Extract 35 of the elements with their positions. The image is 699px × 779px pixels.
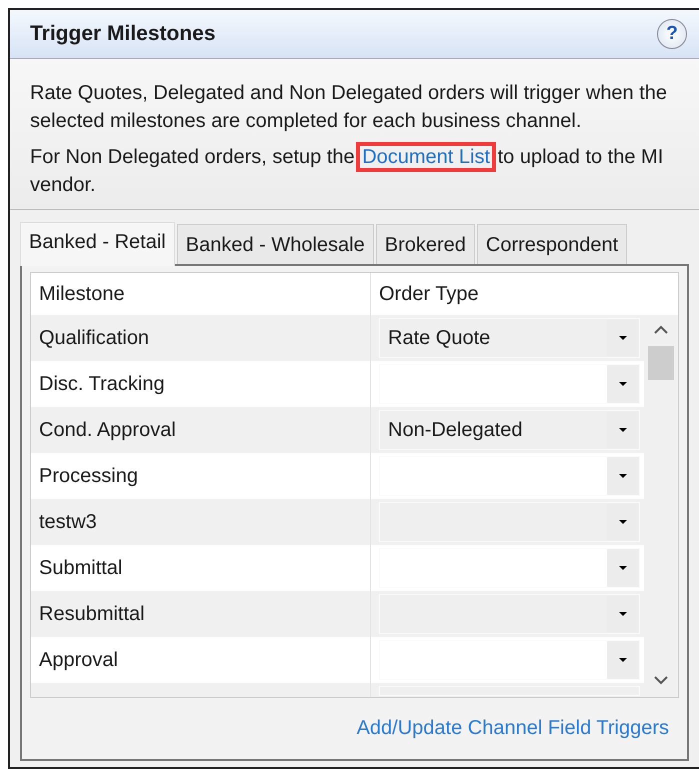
caret-icon [618, 473, 628, 479]
caret-icon [618, 611, 628, 617]
note-text: For Non Delegated orders, setup the Document List to upload to the MI vendor. [30, 143, 687, 199]
order-type-dropdown[interactable] [379, 548, 640, 588]
milestone-cell: Resubmittal [31, 591, 371, 637]
order-type-dropdown[interactable]: Non-Delegated [379, 410, 640, 450]
order-type-dropdown[interactable] [379, 594, 640, 634]
channel-tab[interactable]: Banked - Wholesale [176, 224, 374, 264]
add-update-triggers-link[interactable]: Add/Update Channel Field Triggers [356, 717, 669, 740]
order-type-dropdown[interactable] [379, 686, 640, 696]
channel-tab[interactable]: Correspondent [476, 224, 628, 264]
caret-icon [618, 381, 628, 387]
order-type-dropdown[interactable] [379, 456, 640, 496]
caret-icon [618, 519, 628, 525]
panel-title: Trigger Milestones [30, 22, 216, 46]
scroll-down-icon[interactable] [654, 676, 668, 685]
help-button[interactable]: ? [657, 19, 687, 49]
milestone-cell: testw3 [31, 499, 371, 545]
caret-icon [618, 565, 628, 571]
scroll-up-icon[interactable] [654, 325, 668, 334]
caret-icon [618, 657, 628, 663]
order-type-dropdown[interactable] [379, 502, 640, 542]
order-type-dropdown[interactable]: Rate Quote [379, 318, 640, 358]
scroll-thumb[interactable] [648, 346, 674, 380]
milestone-cell: Qualification [31, 315, 371, 361]
description-text: Rate Quotes, Delegated and Non Delegated orders will trigger when the selected milestones are completed for each business channel. [30, 81, 668, 134]
caret-icon [618, 427, 628, 433]
channel-tab[interactable]: Banked - Retail [20, 222, 175, 266]
column-header: Order Type [378, 282, 480, 306]
order-type-dropdown[interactable] [379, 364, 640, 404]
milestone-cell: Cond. Approval [31, 407, 371, 453]
caret-icon [618, 335, 628, 341]
channel-tab[interactable]: Brokered [376, 224, 475, 264]
scrollbar[interactable] [644, 315, 678, 697]
order-type-dropdown[interactable] [379, 640, 640, 680]
